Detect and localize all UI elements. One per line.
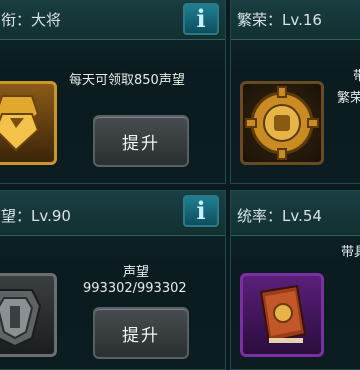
gear-fist-icon — [245, 86, 319, 160]
reputation-label: 声望 — [123, 265, 150, 280]
command-side-text: 带具 — [341, 245, 360, 260]
rank-badge-frame — [0, 81, 57, 165]
info-button[interactable]: i — [183, 195, 219, 227]
rank-badge-icon — [0, 95, 40, 152]
command-icon-frame — [240, 273, 324, 357]
panel-title: 望：Lv.90 — [1, 207, 71, 225]
rank-description: 每天可领取850声望 — [69, 73, 185, 88]
panel-command: 统率：Lv.54 带具 — [230, 190, 360, 370]
panel-title: 统率：Lv.54 — [237, 207, 322, 225]
info-button[interactable]: i — [183, 3, 219, 35]
book-icon — [259, 284, 307, 344]
reputation-progress: 993302/993302 — [83, 281, 187, 296]
panel-header: 望：Lv.90 i — [0, 191, 225, 236]
reputation-icon-frame — [0, 273, 57, 357]
upgrade-button-label: 提升 — [122, 133, 160, 154]
panel-prosperity: 繁荣：Lv.16 带 繁荣 — [230, 0, 360, 184]
panel-header: 衔：大将 i — [0, 0, 225, 40]
panel-reputation: 望：Lv.90 i 声望 993302/993302 提升 — [0, 190, 226, 370]
panel-header: 繁荣：Lv.16 — [231, 0, 360, 40]
prosperity-side-text-1: 带 — [353, 65, 360, 84]
info-icon: i — [196, 4, 206, 33]
shield-emblem-icon — [0, 289, 42, 348]
panel-title: 繁荣：Lv.16 — [237, 11, 322, 29]
prosperity-side-text-2: 繁荣 — [337, 91, 360, 106]
info-icon: i — [196, 196, 206, 225]
panel-header: 统率：Lv.54 — [231, 191, 360, 236]
panel-title: 衔：大将 — [1, 11, 62, 29]
upgrade-button[interactable]: 提升 — [93, 307, 189, 359]
upgrade-button-label: 提升 — [122, 325, 160, 346]
upgrade-button[interactable]: 提升 — [93, 115, 189, 167]
panel-rank: 衔：大将 i 每天可领取850声望 提升 — [0, 0, 226, 184]
prosperity-icon-frame — [240, 81, 324, 165]
